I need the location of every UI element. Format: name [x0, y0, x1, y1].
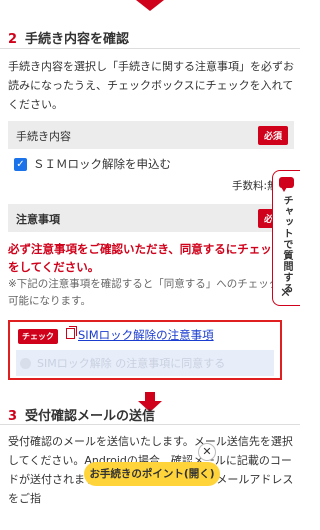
section-2-title: 2 手続き内容を確認 [8, 28, 129, 47]
notes-sub: ※下記の注意事項を確認すると「同意する」へのチェックが可能になります。 [8, 278, 290, 307]
section-3-title-text: 受付確認メールの送信 [25, 409, 156, 424]
chat-close-icon[interactable]: ✕ [280, 286, 291, 301]
section-3-divider [0, 424, 300, 425]
agree-label: SIMロック解除 の注意事項に同意する [37, 357, 226, 370]
chat-widget[interactable]: チャットで質問する ✕ [272, 170, 300, 306]
section-3-title: 3 受付確認メールの送信 [8, 405, 155, 424]
document-icon [66, 326, 77, 339]
sim-unlock-option[interactable]: ✓ ＳＩＭロック解除を申込む [14, 156, 171, 172]
notes-header-label: 注意事項 [16, 213, 60, 226]
sim-unlock-checkbox[interactable]: ✓ [14, 157, 27, 171]
agreement-box: チェック SIMロック解除の注意事項 SIMロック解除 の注意事項に同意する [8, 320, 282, 380]
point-close-button[interactable]: ✕ [198, 443, 216, 461]
section-2-title-text: 手続き内容を確認 [25, 32, 130, 47]
procedure-points-button[interactable]: お手続きのポイント(開く) [84, 462, 220, 486]
fee-label: 手数料:無 [232, 180, 278, 192]
agree-checkbox-row: SIMロック解除 の注意事項に同意する [16, 350, 274, 376]
step-arrow-down-icon [136, 0, 164, 11]
section-2-number: 2 [8, 32, 18, 47]
section-2-divider [0, 48, 300, 49]
procedure-header: 手続き内容 必須 [8, 121, 294, 149]
notes-header: 注意事項 必須 [8, 204, 294, 232]
procedure-required-badge: 必須 [257, 126, 288, 145]
chat-bubble-icon [279, 177, 294, 192]
section-2-intro: 手続き内容を選択し「手続きに関する注意事項」を必ずお読みになったうえ、チェックボ… [8, 60, 294, 111]
notes-warning: 必ず注意事項をご確認いただき、同意するにチェックをしてください。 [8, 242, 284, 274]
sim-unlock-notes-link[interactable]: SIMロック解除の注意事項 [78, 327, 214, 343]
procedure-header-label: 手続き内容 [16, 130, 71, 143]
agree-checkbox [20, 357, 31, 369]
chat-label: チャットで質問する [281, 195, 292, 294]
sim-unlock-option-label: ＳＩＭロック解除を申込む [33, 157, 171, 171]
section-3-number: 3 [8, 409, 18, 424]
check-badge: チェック [18, 329, 58, 344]
